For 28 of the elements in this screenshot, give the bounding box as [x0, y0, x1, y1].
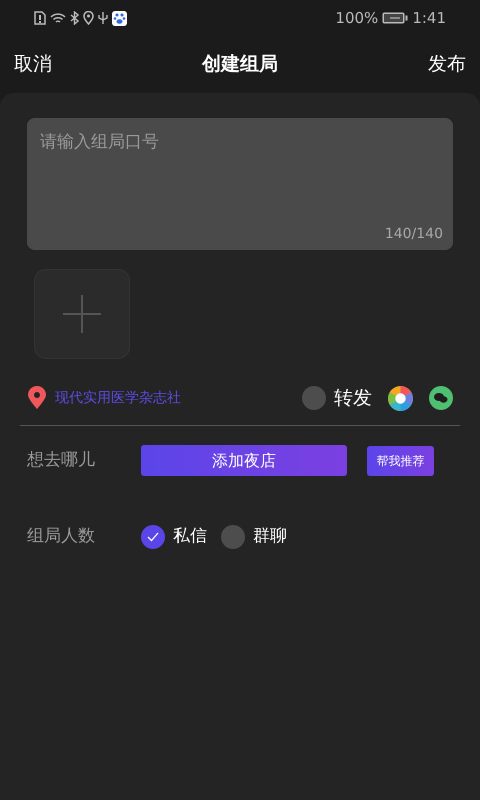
aperture-share-icon[interactable]	[388, 386, 413, 410]
destination-label: 想去哪儿	[27, 448, 96, 472]
group-size-label: 组局人数	[27, 525, 96, 548]
radio-button[interactable]	[221, 524, 245, 549]
recommend-button[interactable]: 帮我推荐	[367, 446, 434, 476]
map-pin-icon	[27, 386, 47, 410]
option-label[interactable]: 私信	[173, 524, 207, 550]
paw-app-icon	[112, 10, 127, 26]
location-icon	[83, 11, 94, 25]
sim-alert-icon	[34, 11, 46, 25]
check-icon	[147, 532, 159, 542]
cancel-link[interactable]: 取消	[14, 50, 52, 79]
page-title: 创建组局	[202, 52, 278, 78]
radio-button[interactable]	[141, 524, 165, 549]
chat-bubbles-share-icon[interactable]	[429, 386, 453, 410]
battery-percent: 100%	[335, 8, 378, 29]
add-nightclub-button[interactable]: 添加夜店	[141, 445, 347, 476]
wifi-icon	[50, 12, 66, 24]
plus-icon	[62, 294, 102, 334]
usb-icon	[98, 11, 108, 25]
forward-label: 转发	[334, 386, 372, 411]
publish-link[interactable]: 发布	[428, 50, 466, 79]
battery-icon	[382, 12, 408, 24]
option-label[interactable]: 群聊	[253, 524, 287, 550]
forward-toggle[interactable]	[302, 386, 326, 410]
character-counter: 140/140	[384, 225, 443, 244]
clock-time: 1:41	[412, 8, 446, 29]
bluetooth-icon	[70, 11, 79, 25]
